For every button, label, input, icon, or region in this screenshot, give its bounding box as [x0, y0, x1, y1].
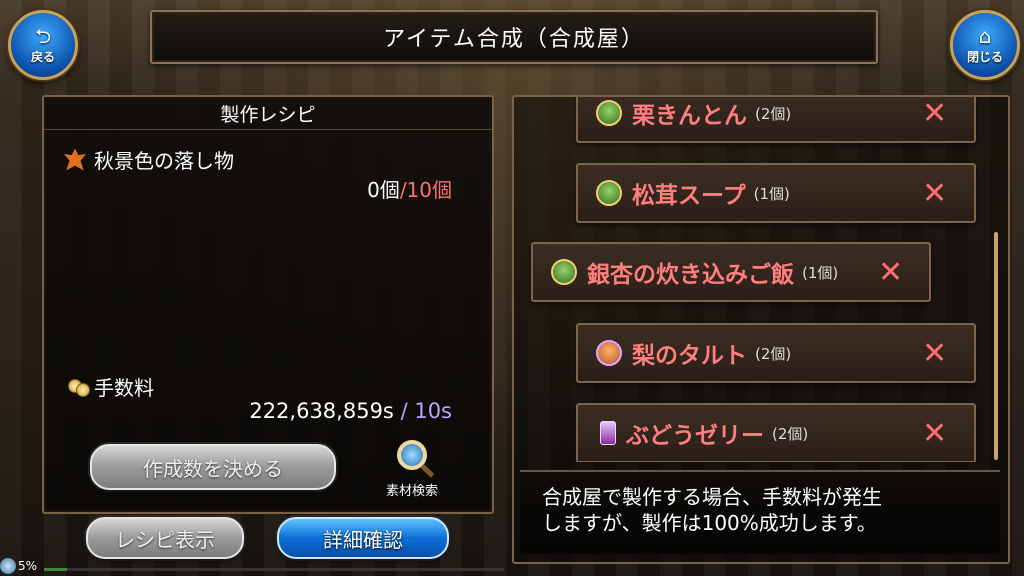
- status-icon: [0, 558, 16, 574]
- recipe-display-button[interactable]: レシピ表示: [86, 517, 244, 559]
- unavailable-x-icon: ✕: [922, 415, 948, 451]
- fee-separator: /: [400, 399, 408, 423]
- decide-quantity-button[interactable]: 作成数を決める: [90, 444, 336, 490]
- recipe-list-scrollbar[interactable]: [994, 232, 998, 460]
- home-icon: ⌂: [978, 23, 992, 48]
- recipe-count: (1個): [753, 184, 790, 203]
- recipe-name: 梨のタルト: [632, 343, 747, 369]
- close-button[interactable]: ⌂ 閉じる: [950, 10, 1020, 80]
- page-title: アイテム合成（合成屋）: [383, 27, 645, 52]
- recipe-count: (1個): [802, 263, 839, 282]
- recipe-name: 松茸スープ: [632, 183, 746, 209]
- fee-label: 手数料: [94, 376, 154, 400]
- panel-heading: 製作レシピ: [44, 97, 492, 130]
- status-percent: 5%: [18, 559, 38, 573]
- material-search-button[interactable]: 素材検索: [372, 440, 452, 499]
- recipe-item[interactable]: 梨のタルト (2個) ✕: [576, 323, 976, 383]
- fee-value: 222,638,859s / 10s: [249, 399, 452, 423]
- back-button-label: 戻る: [30, 49, 55, 64]
- return-arrow-icon: ⮌: [34, 23, 52, 48]
- recipe-list[interactable]: 栗きんとん (2個) ✕ 松茸スープ (1個) ✕ 銀杏の炊き込みご飯 (1個)…: [512, 97, 1006, 462]
- info-message: 合成屋で製作する場合、手数料が発生 しますが、製作は100%成功します。: [520, 470, 1000, 554]
- recipe-name: 栗きんとん: [632, 103, 747, 129]
- material-required: /10個: [399, 178, 452, 202]
- status-indicator: 5%: [0, 556, 37, 576]
- info-message-line1: 合成屋で製作する場合、手数料が発生: [542, 485, 882, 509]
- info-message-line2: しますが、製作は100%成功します。: [542, 511, 877, 535]
- bottle-icon: [600, 421, 616, 445]
- coins-icon: [68, 377, 90, 397]
- fee-row: 手数料: [68, 372, 154, 401]
- material-search-label: 素材検索: [385, 484, 438, 499]
- back-button[interactable]: ⮌ 戻る: [8, 10, 78, 80]
- close-button-label: 閉じる: [966, 49, 1003, 64]
- maple-leaf-icon: [64, 148, 86, 171]
- title-bar: アイテム合成（合成屋）: [150, 10, 878, 64]
- recipe-item-selected[interactable]: 銀杏の炊き込みご飯 (1個) ✕: [531, 242, 931, 302]
- progress-bar-fill: [44, 568, 67, 571]
- magnifier-icon: [397, 440, 427, 470]
- material-row: 秋景色の落し物: [64, 145, 234, 174]
- fee-owned: 222,638,859s: [249, 399, 394, 423]
- fee-required: 10s: [414, 399, 452, 423]
- pot-icon: [596, 180, 622, 206]
- tart-icon: [596, 340, 622, 366]
- unavailable-x-icon: ✕: [922, 97, 948, 131]
- recipe-name: 銀杏の炊き込みご飯: [587, 262, 794, 288]
- recipe-name: ぶどうゼリー: [626, 423, 764, 449]
- recipe-count: (2個): [755, 344, 792, 363]
- detail-check-button[interactable]: 詳細確認: [277, 517, 449, 559]
- material-owned: 0個: [367, 178, 400, 202]
- recipe-item[interactable]: ぶどうゼリー (2個) ✕: [576, 403, 976, 462]
- recipe-count: (2個): [772, 424, 809, 443]
- unavailable-x-icon: ✕: [922, 335, 948, 371]
- progress-bar: [44, 568, 504, 571]
- pot-icon: [596, 100, 622, 126]
- unavailable-x-icon: ✕: [922, 175, 948, 211]
- recipe-item[interactable]: 松茸スープ (1個) ✕: [576, 163, 976, 223]
- pot-icon: [551, 259, 577, 285]
- material-name: 秋景色の落し物: [94, 149, 234, 173]
- recipe-item[interactable]: 栗きんとん (2個) ✕: [576, 97, 976, 143]
- material-count: 0個/10個: [367, 174, 452, 203]
- unavailable-x-icon: ✕: [878, 254, 904, 290]
- recipe-count: (2個): [755, 104, 792, 123]
